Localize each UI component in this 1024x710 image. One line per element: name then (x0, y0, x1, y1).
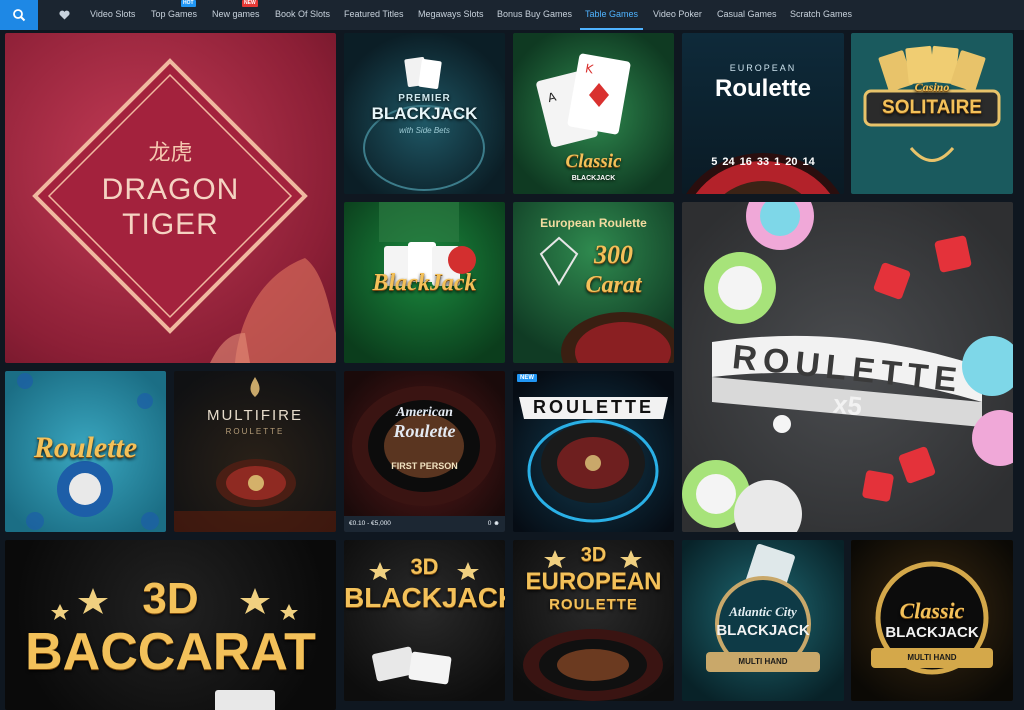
game-tile-roulette-new[interactable]: NEW ROULETTE (513, 371, 674, 532)
game-tile-3d-baccarat[interactable]: 3D BACCARAT (5, 540, 336, 710)
nav-label: Megaways Slots (418, 9, 484, 19)
nav-bonus-buy-games[interactable]: Bonus Buy Games (497, 0, 572, 30)
game-subtitle: 龙虎 (148, 140, 193, 165)
game-title: Roulette (393, 421, 456, 441)
game-tile-3d-blackjack[interactable]: 3D BLACKJACK (344, 540, 505, 701)
game-subtitle: MULTI HAND (738, 657, 788, 666)
game-info-bar: €0.10 - €5,000 0 ☻ (344, 516, 505, 532)
game-title: BLACKJACK (716, 622, 810, 639)
game-tile-3d-european-roulette[interactable]: 3D EUROPEAN ROULETTE (513, 540, 674, 701)
nav-book-of-slots[interactable]: Book Of Slots (275, 0, 330, 30)
search-button[interactable] (0, 0, 38, 30)
game-subtitle: with Side Bets (399, 126, 450, 135)
game-tile-dragon-tiger[interactable]: 龙虎 DRAGON TIGER (5, 33, 336, 363)
new-badge: NEW (242, 0, 258, 7)
game-title: ROULETTE (549, 596, 638, 613)
game-title: DRAGON (101, 173, 240, 206)
game-subtitle: Atlantic City (729, 604, 797, 619)
wheel-number: 16 (739, 156, 752, 168)
game-subtitle: PREMIER (398, 93, 451, 104)
game-tile-classic-blackjack[interactable]: A K Classic BLACKJACK (513, 33, 674, 194)
wheel-number: 20 (785, 156, 798, 168)
game-subtitle: EUROPEAN (729, 63, 797, 73)
game-title: ROULETTE (533, 397, 654, 417)
game-tile-american-roulette[interactable]: American Roulette FIRST PERSON €0.10 - €… (344, 371, 505, 532)
nav-label: New games (212, 9, 260, 19)
game-title: BlackJack (372, 270, 477, 296)
game-tile-premier-blackjack[interactable]: PREMIER BLACKJACK with Side Bets (344, 33, 505, 194)
wheel-number: 33 (756, 156, 770, 168)
game-title: American (396, 405, 453, 420)
game-subtitle: ROULETTE (225, 427, 285, 436)
user-icon: ☻ (493, 520, 500, 527)
badge-icon (706, 543, 820, 672)
nav-label: Table Games (585, 9, 639, 19)
wheel-number: 14 (802, 156, 815, 168)
nav-video-poker[interactable]: Video Poker (653, 0, 702, 30)
nav-table-games[interactable]: Table Games (580, 0, 644, 30)
game-subtitle: BLACKJACK (885, 624, 979, 641)
roulette-wheel-icon (519, 397, 668, 523)
game-title: BLACKJACK (371, 104, 478, 123)
nav-scratch-games[interactable]: Scratch Games (790, 0, 852, 30)
game-title: BACCARAT (25, 623, 316, 681)
wheel-numbers: 5 24 16 33 1 20 14 (682, 156, 844, 168)
hot-badge: HOT (181, 0, 196, 7)
nav-label: Bonus Buy Games (497, 9, 573, 19)
game-tile-roulette-x5[interactable]: ROULETTE x5 (682, 202, 1013, 532)
game-subtitle: 3D (410, 554, 439, 579)
game-title: BLACKJACK (344, 582, 505, 613)
flame-icon (174, 377, 336, 532)
game-subtitle: Casino (914, 80, 950, 94)
game-subtitle: BLACKJACK (571, 175, 616, 182)
nav-megaways-slots[interactable]: Megaways Slots (418, 0, 484, 30)
new-badge: NEW (517, 374, 537, 382)
game-title: TIGER (122, 208, 219, 241)
player-count-value: 0 (487, 520, 492, 527)
search-icon (13, 9, 26, 22)
nav-label: Top Games (151, 9, 198, 19)
game-title: EUROPEAN (525, 568, 662, 595)
nav-featured-titles[interactable]: Featured Titles (344, 0, 404, 30)
game-title: European Roulette (540, 216, 647, 230)
category-nav: Video Slots Top Games HOT New games NEW … (0, 0, 1024, 30)
favorites-button[interactable] (56, 7, 72, 23)
game-subtitle: 3D (580, 544, 607, 566)
nav-video-slots[interactable]: Video Slots (90, 0, 135, 30)
nav-label: Video Slots (90, 9, 136, 19)
game-tile-european-roulette[interactable]: EUROPEAN Roulette 5 24 16 33 1 20 14 (682, 33, 844, 194)
heart-icon (58, 10, 70, 20)
game-subtitle: 3D (142, 574, 199, 623)
game-tile-roulette[interactable]: Roulette (5, 371, 166, 532)
game-title: MULTIFIRE (206, 407, 304, 424)
bet-limits: €0.10 - €5,000 (349, 520, 391, 527)
nav-label: Video Poker (653, 9, 702, 19)
game-title: 300 (594, 240, 633, 269)
roulette-wheel-icon (686, 153, 840, 194)
game-subtitle: MULTI HAND (907, 653, 957, 662)
game-title: Carat (585, 272, 642, 298)
wheel-number: 1 (774, 156, 781, 168)
game-title: Roulette (33, 431, 138, 464)
game-tile-classic-blackjack-multi-hand[interactable]: Classic BLACKJACK MULTI HAND (851, 540, 1013, 701)
game-subtitle: FIRST PERSON (391, 461, 458, 471)
game-tile-european-roulette-300-carat[interactable]: European Roulette 300 Carat (513, 202, 674, 363)
game-title: Classic (899, 598, 965, 623)
game-tile-casino-solitaire[interactable]: Casino SOLITAIRE (851, 33, 1013, 194)
game-title: Roulette (715, 75, 811, 102)
nav-label: Scratch Games (790, 9, 853, 19)
nav-label: Featured Titles (344, 9, 404, 19)
roulette-wheel-icon (352, 386, 496, 506)
game-tile-blackjack[interactable]: BlackJack (344, 202, 505, 363)
wheel-number: 24 (722, 156, 735, 168)
game-title: SOLITAIRE (882, 97, 982, 118)
nav-label: Casual Games (717, 9, 777, 19)
game-title: Classic (565, 151, 622, 172)
player-count: 0 ☻ (488, 516, 500, 532)
nav-label: Book Of Slots (275, 9, 331, 19)
game-tile-multifire-roulette[interactable]: MULTIFIRE ROULETTE (174, 371, 336, 532)
wheel-number: 5 (711, 156, 718, 168)
nav-casual-games[interactable]: Casual Games (717, 0, 777, 30)
game-tile-atlantic-city-blackjack[interactable]: Atlantic City BLACKJACK MULTI HAND (682, 540, 844, 701)
